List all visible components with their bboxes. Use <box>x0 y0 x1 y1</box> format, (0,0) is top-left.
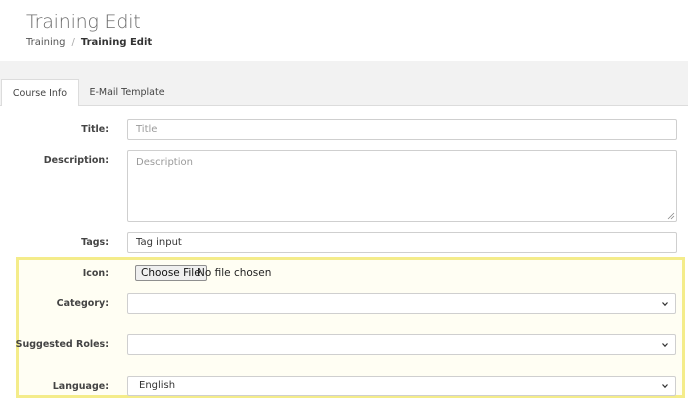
page-title: Training Edit <box>26 11 141 33</box>
tab-course-info[interactable]: Course Info <box>1 79 79 107</box>
tabs-bar: Course Info E-Mail Template <box>0 79 688 107</box>
resize-grip-icon[interactable] <box>667 212 675 220</box>
suggested-roles-label: Suggested Roles: <box>15 339 109 350</box>
language-select[interactable]: English <box>127 376 676 396</box>
page-header: Training Edit Training / Training Edit <box>0 0 688 61</box>
category-label: Category: <box>56 298 109 309</box>
title-label: Title: <box>81 124 109 135</box>
language-value: English <box>139 380 176 391</box>
breadcrumb-current: Training Edit <box>80 37 153 48</box>
tab-email-template[interactable]: E-Mail Template <box>79 79 175 106</box>
description-textarea[interactable]: Description <box>127 150 677 222</box>
choose-file-button[interactable]: Choose File <box>135 265 207 281</box>
breadcrumb-root-link[interactable]: Training <box>26 37 65 48</box>
header-band <box>0 61 688 79</box>
language-label: Language: <box>52 381 109 392</box>
description-placeholder: Description <box>136 157 193 168</box>
tags-label: Tags: <box>81 237 109 248</box>
tags-placeholder: Tag input <box>136 237 182 248</box>
chevron-down-icon <box>662 301 668 306</box>
chevron-down-icon <box>662 342 668 347</box>
description-label: Description: <box>43 155 109 166</box>
chevron-down-icon <box>662 384 668 389</box>
icon-label: Icon: <box>82 268 109 279</box>
suggested-roles-select[interactable] <box>127 334 676 355</box>
tags-input[interactable]: Tag input <box>127 232 677 253</box>
file-status-text: No file chosen <box>197 267 272 279</box>
breadcrumb-separator: / <box>71 37 75 48</box>
breadcrumb: Training / Training Edit <box>26 37 152 48</box>
category-select[interactable] <box>127 293 676 314</box>
title-input[interactable]: Title <box>127 119 677 140</box>
title-placeholder: Title <box>136 124 158 135</box>
